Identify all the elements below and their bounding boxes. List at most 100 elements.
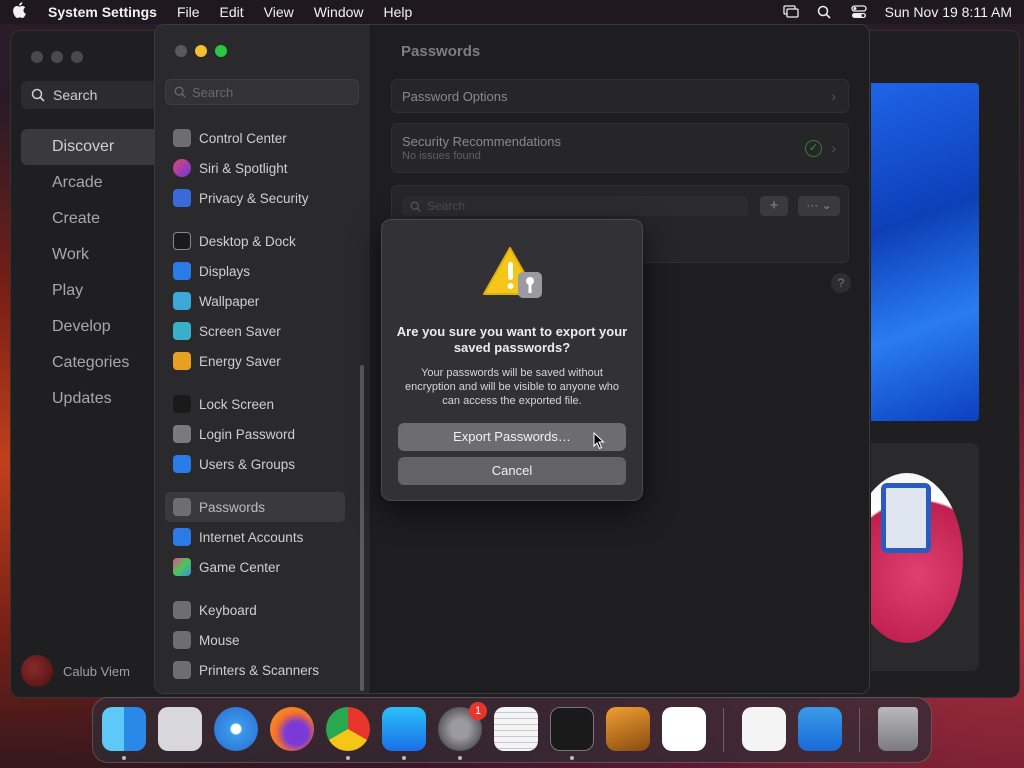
nav-updates[interactable]: Updates	[21, 381, 161, 417]
app-store-search-field[interactable]: Search	[21, 81, 161, 109]
featured-banner-image[interactable]	[871, 83, 979, 421]
safari-icon[interactable]	[214, 707, 258, 751]
menu-window[interactable]: Window	[314, 4, 364, 20]
nav-categories[interactable]: Categories	[21, 345, 161, 381]
spotlight-search-icon[interactable]	[817, 5, 833, 19]
dock-separator	[723, 708, 724, 752]
chrome-icon[interactable]	[326, 707, 370, 751]
sidebar-item-energy-saver[interactable]: Energy Saver	[165, 346, 345, 376]
sidebar-item-mouse[interactable]: Mouse	[165, 625, 345, 655]
avatar	[21, 655, 53, 687]
screen-mirroring-icon[interactable]	[782, 5, 799, 19]
launchpad-icon[interactable]	[158, 707, 202, 751]
menu-app-name[interactable]: System Settings	[48, 4, 157, 20]
sidebar-item-screen-saver[interactable]: Screen Saver	[165, 316, 345, 346]
sidebar-item-control-center[interactable]: Control Center	[165, 123, 345, 153]
sidebar-item-siri-spotlight[interactable]: Siri & Spotlight	[165, 153, 345, 183]
sidebar-item-label: Game Center	[199, 559, 281, 575]
nav-arcade[interactable]: Arcade	[21, 165, 161, 201]
sidebar-item-label: Privacy & Security	[199, 190, 309, 206]
sidebar-scrollbar[interactable]	[360, 365, 364, 691]
nav-create[interactable]: Create	[21, 201, 161, 237]
search-label: Search	[53, 87, 98, 103]
window-traffic-lights	[175, 45, 227, 57]
close-icon[interactable]	[31, 51, 43, 63]
user-name: Calub Viem	[63, 663, 130, 679]
control-center-icon[interactable]	[850, 5, 867, 19]
app-store-icon[interactable]	[382, 707, 426, 751]
chevron-right-icon: ›	[831, 140, 836, 156]
terminal-icon[interactable]	[550, 707, 594, 751]
visual-studio-icon[interactable]	[742, 707, 786, 751]
close-icon[interactable]	[175, 45, 187, 57]
cancel-button[interactable]: Cancel	[398, 457, 626, 485]
vscode-icon[interactable]	[662, 707, 706, 751]
sidebar-item-label: Desktop & Dock	[199, 233, 296, 249]
security-recommendations-row[interactable]: Security Recommendations No issues found…	[391, 123, 849, 173]
export-passwords-button[interactable]: Export Passwords…	[398, 423, 626, 451]
menu-help[interactable]: Help	[384, 4, 413, 20]
siri-icon	[173, 159, 191, 177]
sidebar-item-wallpaper[interactable]: Wallpaper	[165, 286, 345, 316]
weather-icon[interactable]	[798, 707, 842, 751]
sidebar-item-users-groups[interactable]: Users & Groups	[165, 449, 345, 479]
password-options-row[interactable]: Password Options ›	[391, 79, 849, 113]
settings-sidebar-list: Control Center Siri & Spotlight Privacy …	[165, 123, 345, 685]
search-icon	[410, 201, 421, 212]
maximize-icon[interactable]	[71, 51, 83, 63]
apple-menu-icon[interactable]	[12, 2, 28, 22]
menu-clock[interactable]: Sun Nov 19 8:11 AM	[885, 4, 1012, 20]
sidebar-item-label: Lock Screen	[199, 396, 275, 412]
running-indicator	[346, 756, 350, 760]
control-center-icon	[173, 129, 191, 147]
sidebar-item-passwords[interactable]: Passwords	[165, 492, 345, 522]
sidebar-item-keyboard[interactable]: Keyboard	[165, 595, 345, 625]
sidebar-item-label: Printers & Scanners	[199, 662, 320, 678]
nav-discover[interactable]: Discover	[21, 129, 161, 165]
menu-view[interactable]: View	[264, 4, 294, 20]
password-search-placeholder: Search	[427, 199, 466, 213]
app-store-traffic-lights	[31, 51, 83, 63]
nav-work[interactable]: Work	[21, 237, 161, 273]
sidebar-item-internet-accounts[interactable]: Internet Accounts	[165, 522, 345, 552]
export-passwords-dialog: Are you sure you want to export your sav…	[381, 219, 643, 501]
settings-search-field[interactable]: Search	[165, 79, 359, 105]
dock: 1	[92, 697, 932, 763]
running-indicator	[122, 756, 126, 760]
nav-play[interactable]: Play	[21, 273, 161, 309]
running-indicator	[402, 756, 406, 760]
sidebar-item-game-center[interactable]: Game Center	[165, 552, 345, 582]
sidebar-item-displays[interactable]: Displays	[165, 256, 345, 286]
finder-icon[interactable]	[102, 707, 146, 751]
menu-edit[interactable]: Edit	[220, 4, 244, 20]
add-password-button[interactable]: +	[760, 196, 788, 216]
nav-develop[interactable]: Develop	[21, 309, 161, 345]
featured-app-card[interactable]	[871, 443, 979, 671]
minimize-icon[interactable]	[195, 45, 207, 57]
sidebar-item-login-password[interactable]: Login Password	[165, 419, 345, 449]
menu-file[interactable]: File	[177, 4, 200, 20]
sidebar-item-lock-screen[interactable]: Lock Screen	[165, 389, 345, 419]
at-sign-icon	[173, 528, 191, 546]
maximize-icon[interactable]	[215, 45, 227, 57]
printer-icon	[173, 661, 191, 679]
sidebar-item-privacy-security[interactable]: Privacy & Security	[165, 183, 345, 213]
help-button[interactable]: ?	[831, 273, 851, 293]
more-options-button[interactable]: ··· ⌄	[798, 196, 840, 216]
account-button[interactable]: Calub Viem	[21, 655, 130, 687]
sidebar-item-label: Internet Accounts	[199, 529, 304, 545]
textedit-icon[interactable]	[494, 707, 538, 751]
sidebar-item-label: Displays	[199, 263, 251, 279]
minimize-icon[interactable]	[51, 51, 63, 63]
trash-icon[interactable]	[878, 707, 918, 751]
firefox-icon[interactable]	[270, 707, 314, 751]
sidebar-item-label: Siri & Spotlight	[199, 160, 288, 176]
running-indicator	[458, 756, 462, 760]
sidebar-item-printers-scanners[interactable]: Printers & Scanners	[165, 655, 345, 685]
users-icon	[173, 455, 191, 473]
dock-icon	[173, 232, 191, 250]
garageband-icon[interactable]	[606, 707, 650, 751]
dialog-message: Your passwords will be saved without enc…	[404, 367, 620, 407]
password-search-field[interactable]: Search	[402, 196, 748, 216]
sidebar-item-desktop-dock[interactable]: Desktop & Dock	[165, 226, 345, 256]
